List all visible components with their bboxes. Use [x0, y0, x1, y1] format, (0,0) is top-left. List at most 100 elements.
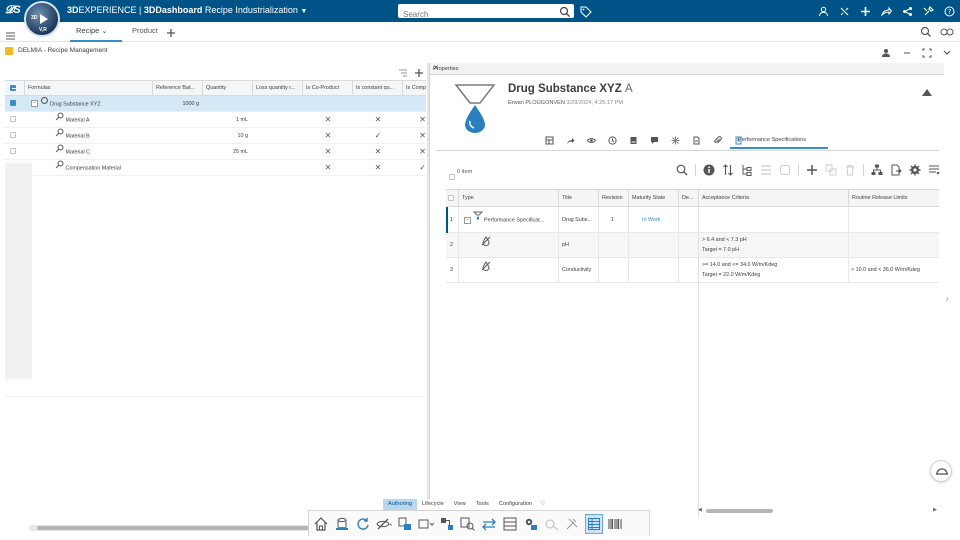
- favorite-heart-icon[interactable]: ♡: [537, 499, 549, 510]
- compass-small-icon[interactable]: [834, 0, 855, 22]
- col-formulas[interactable]: Formulas: [25, 81, 153, 95]
- dashboard-chevron-icon[interactable]: ▼: [300, 8, 307, 15]
- table-icon[interactable]: [501, 514, 519, 534]
- share-tab-icon[interactable]: [565, 135, 575, 145]
- maturity-cell[interactable]: In Work: [629, 207, 679, 232]
- assistant-icon[interactable]: [930, 460, 952, 482]
- col-acceptance-criteria[interactable]: Acceptance Criteria: [699, 190, 849, 206]
- tools-icon[interactable]: [918, 0, 939, 22]
- compass-icon[interactable]: 3D V,R: [24, 1, 60, 37]
- insert-existing-icon[interactable]: [396, 514, 414, 534]
- collapse-header-icon[interactable]: [922, 89, 932, 96]
- swap-icon[interactable]: [480, 514, 498, 534]
- close-icon[interactable]: ✕: [433, 64, 941, 72]
- row-select[interactable]: [5, 128, 25, 144]
- tools-disabled-icon[interactable]: [564, 514, 582, 534]
- user-settings-icon[interactable]: [882, 45, 892, 63]
- items-select-all[interactable]: [449, 168, 455, 186]
- search-dashboard-icon[interactable]: [920, 25, 932, 43]
- database-icon[interactable]: [333, 514, 351, 534]
- barcode-icon[interactable]: [606, 514, 624, 534]
- search-spec-icon[interactable]: [676, 164, 688, 176]
- eye-tab-icon[interactable]: [586, 135, 596, 145]
- tab-lifecycle[interactable]: Lifecycle: [416, 499, 449, 510]
- home-icon[interactable]: [312, 514, 330, 534]
- network-tab-icon[interactable]: [670, 135, 680, 145]
- row-select[interactable]: [5, 112, 25, 128]
- table-row[interactable]: 2 pH > 6.4 and < 7.3 pH Target = 7.0 pH: [446, 233, 939, 258]
- select-all-cell[interactable]: [5, 81, 25, 95]
- search-icon[interactable]: [559, 5, 571, 23]
- spec-horizontal-scrollbar[interactable]: ◀ ▶: [698, 507, 939, 515]
- col-is-comp[interactable]: Is Comp: [403, 81, 426, 95]
- row-checkbox[interactable]: [10, 116, 16, 123]
- tab-configuration[interactable]: Configuration: [493, 499, 538, 510]
- file-tab-icon[interactable]: [691, 135, 701, 145]
- scrollbar-thumb[interactable]: [706, 509, 773, 513]
- col-quantity[interactable]: Quantity: [203, 81, 253, 95]
- structure-icon[interactable]: [459, 514, 477, 534]
- collaboration-icon[interactable]: [940, 25, 954, 43]
- col-revision[interactable]: Revision: [599, 190, 629, 206]
- expand-toggle-icon[interactable]: -: [464, 216, 471, 224]
- list-disabled-icon[interactable]: [760, 164, 772, 176]
- maximize-icon[interactable]: [922, 45, 932, 63]
- collapse-toggle-icon[interactable]: -: [31, 100, 38, 107]
- tab-recipe-chevron-icon[interactable]: ⌄: [101, 28, 107, 35]
- select-all-checkbox[interactable]: [10, 84, 16, 91]
- share-icon[interactable]: [897, 0, 918, 22]
- row-checkbox[interactable]: [10, 132, 16, 139]
- tag-icon[interactable]: [580, 5, 592, 23]
- list-view-icon[interactable]: [928, 164, 940, 176]
- table-row[interactable]: Material C 25 mL ✕ ✕ ✕: [5, 144, 426, 160]
- configure-icon[interactable]: [522, 514, 540, 534]
- export-icon[interactable]: [890, 164, 902, 176]
- spec-select-all-cell[interactable]: [446, 190, 459, 206]
- user-icon[interactable]: [813, 0, 834, 22]
- hide-show-icon[interactable]: [375, 514, 393, 534]
- table-row[interactable]: Material A 1 mL ✕ ✕ ✕: [5, 112, 426, 128]
- col-loss-quantity[interactable]: Loss quantity r...: [253, 81, 303, 95]
- col-title[interactable]: Title: [559, 190, 599, 206]
- comment-tab-icon[interactable]: [649, 135, 659, 145]
- tab-view[interactable]: View: [448, 499, 471, 510]
- add-icon[interactable]: [855, 0, 876, 22]
- grid-tab-icon[interactable]: [544, 135, 554, 145]
- chevron-down-icon[interactable]: [942, 45, 952, 63]
- items-checkbox[interactable]: [449, 173, 455, 180]
- table-row[interactable]: - Drug Substance XYZ 1000 g: [5, 96, 426, 112]
- share-arrow-icon[interactable]: [876, 0, 897, 22]
- scroll-right-icon[interactable]: ▶: [933, 507, 937, 513]
- effectivity-disabled-icon[interactable]: [543, 514, 561, 534]
- col-maturity-state[interactable]: Maturity State: [629, 190, 679, 206]
- table-row[interactable]: 1 - Performance Specificat... Drug Subs.…: [446, 207, 939, 233]
- delete-disabled-icon[interactable]: [844, 164, 856, 176]
- tree-grid-view-icon[interactable]: [585, 513, 603, 534]
- document-tab-icon[interactable]: [628, 135, 638, 145]
- tab-tools[interactable]: Tools: [470, 499, 494, 510]
- tab-performance-specifications[interactable]: Performance Specifications: [738, 137, 806, 143]
- spec-select-all-checkbox[interactable]: [448, 194, 454, 201]
- table-row[interactable]: Material B 10 g ✕ ✓ ✕: [5, 128, 426, 144]
- search-box[interactable]: [398, 4, 574, 22]
- hierarchy-icon[interactable]: [871, 164, 883, 176]
- add-spec-icon[interactable]: [806, 164, 818, 176]
- col-is-constant[interactable]: Is constant qu...: [353, 81, 403, 95]
- replace-icon[interactable]: [417, 514, 435, 534]
- table-row[interactable]: Compensation Material ✕ ✕ ✓: [5, 160, 426, 176]
- sort-icon[interactable]: [722, 164, 734, 176]
- col-reference-batch[interactable]: Reference Bat...: [153, 81, 203, 95]
- tab-authoring[interactable]: Authoring: [383, 499, 417, 510]
- add-tab-icon[interactable]: [166, 25, 176, 43]
- col-description[interactable]: De...: [679, 190, 699, 206]
- row-select[interactable]: [5, 96, 25, 112]
- duplicate-disabled-icon[interactable]: [825, 164, 837, 176]
- attachment-tab-icon[interactable]: [712, 135, 722, 145]
- col-is-co-product[interactable]: Is Co-Product: [303, 81, 353, 95]
- scroll-left-icon[interactable]: ◀: [698, 507, 702, 513]
- copy-disabled-icon[interactable]: [779, 164, 791, 176]
- tab-recipe[interactable]: Recipe ⌄: [76, 26, 107, 35]
- row-select[interactable]: [5, 144, 25, 160]
- dashboard-name[interactable]: Recipe Industrialization: [202, 5, 298, 15]
- col-routine-release-limits[interactable]: Routine Release Limits: [849, 190, 939, 206]
